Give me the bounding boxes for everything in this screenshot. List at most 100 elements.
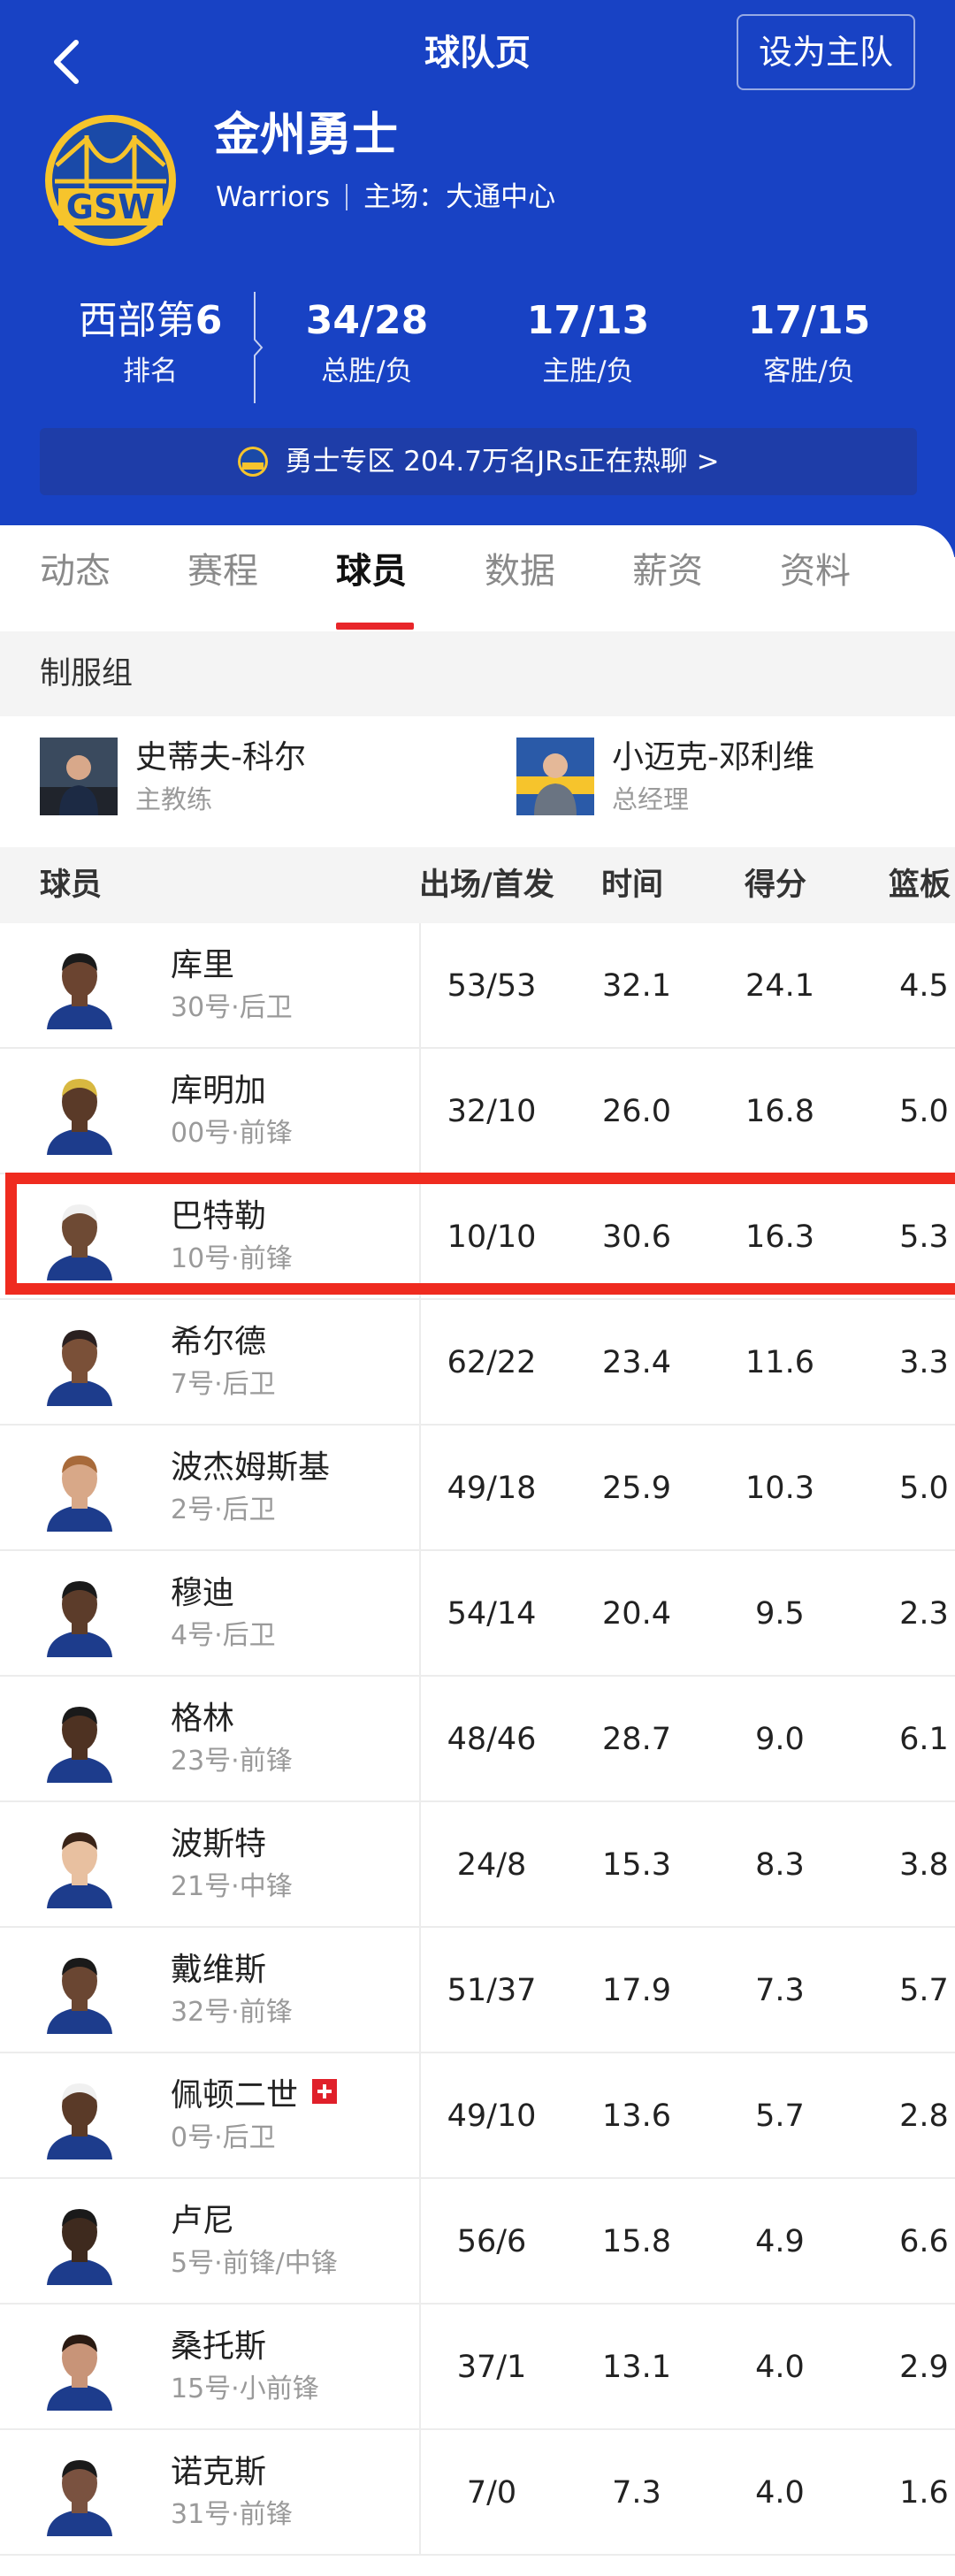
table-row[interactable]: 卢尼 5号·前锋/中锋 56/6 15.8 4.9 6.6 [0, 2179, 955, 2305]
team-subtitle: Warriors 主场：大通中心 [216, 177, 555, 218]
cell-rebounds: 2.3 [899, 1596, 949, 1632]
team-name: 金州勇士 [214, 109, 399, 162]
header-points[interactable]: 得分 [745, 847, 806, 923]
header-player: 球员 [40, 868, 103, 903]
player-number-position: 4号·后卫 [171, 1620, 276, 1651]
cell-points: 4.9 [755, 2224, 805, 2259]
home-record-value: 17/13 [526, 298, 650, 343]
table-row[interactable]: 波杰姆斯基 2号·后卫 49/18 25.9 10.3 5.0 [0, 1426, 955, 1551]
header-minutes[interactable]: 时间 [601, 847, 663, 923]
header-games[interactable]: 出场/首发 [419, 847, 554, 923]
player-number-position: 00号·前锋 [171, 1118, 293, 1149]
cell-minutes: 23.4 [602, 1345, 671, 1380]
stat-away-record: 17/15 客胜/负 [734, 292, 884, 393]
cell-games: 24/8 [456, 1847, 527, 1883]
player-name: 穆迪 [171, 1575, 235, 1611]
player-number-position: 2号·后卫 [171, 1494, 276, 1525]
cell-rebounds: 5.0 [899, 1094, 949, 1129]
player-number-position: 0号·后卫 [171, 2122, 276, 2153]
player-avatar [47, 1581, 112, 1657]
away-record-label: 客胜/负 [763, 355, 855, 387]
staff-name: 史蒂夫-科尔 [135, 739, 306, 776]
cell-games: 51/37 [447, 1973, 537, 2008]
table-row[interactable]: 巴特勒 10号·前锋 10/10 30.6 16.3 5.3 [0, 1174, 955, 1300]
cell-minutes: 25.9 [602, 1471, 671, 1506]
set-home-team-button[interactable]: 设为主队 [737, 14, 915, 90]
cell-rebounds: 5.0 [899, 1471, 949, 1506]
tab-schedule[interactable]: 赛程 [187, 545, 258, 598]
cell-games: 32/10 [447, 1094, 537, 1129]
cell-points: 11.6 [745, 1345, 814, 1380]
staff-role: 主教练 [135, 784, 213, 814]
cell-points: 16.8 [745, 1094, 814, 1129]
cell-games: 49/18 [447, 1471, 537, 1506]
tab-info[interactable]: 资料 [780, 545, 851, 598]
table-row[interactable]: 希尔德 7号·后卫 62/22 23.4 11.6 3.3 [0, 1300, 955, 1426]
staff-name: 小迈克-邓利维 [612, 739, 814, 776]
table-row[interactable]: 穆迪 4号·后卫 54/14 20.4 9.5 2.3 [0, 1551, 955, 1677]
player-number-position: 31号·前锋 [171, 2499, 293, 2530]
table-row[interactable]: 诺克斯 31号·前锋 7/0 7.3 4.0 1.6 [0, 2430, 955, 2556]
tab-stats[interactable]: 数据 [485, 545, 555, 598]
player-avatar [47, 2209, 112, 2285]
cell-rebounds: 6.1 [899, 1722, 949, 1757]
cell-games: 56/6 [456, 2224, 527, 2259]
player-avatar [47, 1330, 112, 1406]
active-tab-indicator [336, 623, 414, 630]
table-row[interactable]: 佩顿二世 0号·后卫 49/10 13.6 5.7 2.8 [0, 2053, 955, 2179]
stat-home-record: 17/13 主胜/负 [513, 292, 663, 393]
cell-minutes: 15.8 [602, 2224, 671, 2259]
stat-total-record: 34/28 总胜/负 [292, 292, 442, 393]
divider [346, 184, 348, 210]
venue-label: 主场： [363, 181, 447, 213]
cell-rebounds: 1.6 [899, 2475, 949, 2511]
table-row[interactable]: 桑托斯 15号·小前锋 37/1 13.1 4.0 2.9 [0, 2305, 955, 2430]
fan-zone-banner[interactable]: 勇士专区 204.7万名JRs正在热聊 > [40, 428, 917, 495]
player-name: 波斯特 [171, 1826, 267, 1862]
header-rebounds[interactable]: 篮板 [889, 847, 951, 923]
player-number-position: 23号·前锋 [171, 1746, 293, 1777]
rank-value: 西部第6 [53, 292, 248, 350]
cell-games: 7/0 [466, 2475, 517, 2511]
cell-games: 48/46 [447, 1722, 537, 1757]
tab-news[interactable]: 动态 [40, 545, 111, 598]
table-row[interactable]: 波斯特 21号·中锋 24/8 15.3 8.3 3.8 [0, 1802, 955, 1928]
stat-rank: 西部第6 排名 [53, 292, 248, 393]
cell-rebounds: 2.9 [899, 2350, 949, 2385]
table-row[interactable]: 格林 23号·前锋 48/46 28.7 9.0 6.1 [0, 1677, 955, 1802]
cell-rebounds: 6.6 [899, 2224, 949, 2259]
cell-points: 9.5 [755, 1596, 805, 1632]
cell-points: 7.3 [755, 1973, 805, 2008]
team-header: 球队页 设为主队 GSW 金州勇士 Warriors 主场：大通中心 西部第6 排… [0, 0, 955, 557]
cell-games: 10/10 [447, 1219, 537, 1255]
table-row[interactable]: 库明加 00号·前锋 32/10 26.0 16.8 5.0 [0, 1049, 955, 1174]
player-avatar [47, 1958, 112, 2034]
player-avatar [47, 2083, 112, 2159]
tab-salary[interactable]: 薪资 [632, 545, 703, 598]
player-name: 佩顿二世 [171, 2075, 338, 2117]
table-row[interactable]: 戴维斯 32号·前锋 51/37 17.9 7.3 5.7 [0, 1928, 955, 2053]
cell-points: 4.0 [755, 2350, 805, 2385]
player-table-header: 球员 出场/首发 时间 得分 篮板 [0, 847, 955, 923]
rank-label: 排名 [123, 355, 178, 387]
cell-rebounds: 2.8 [899, 2098, 949, 2134]
table-row[interactable]: 库里 30号·后卫 53/53 32.1 24.1 4.5 [0, 923, 955, 1049]
player-number-position: 7号·后卫 [171, 1369, 276, 1400]
home-record-label: 主胜/负 [542, 355, 634, 387]
player-avatar [47, 953, 112, 1029]
cell-points: 10.3 [745, 1471, 814, 1506]
rank-number: 6 [195, 298, 223, 343]
player-name: 卢尼 [171, 2203, 235, 2239]
cell-games: 49/10 [447, 2098, 537, 2134]
player-avatar [47, 1832, 112, 1908]
player-avatar [47, 1079, 112, 1155]
player-number-position: 21号·中锋 [171, 1871, 293, 1902]
tab-players[interactable]: 球员 [336, 545, 407, 598]
player-name: 诺克斯 [171, 2454, 267, 2490]
player-name: 桑托斯 [171, 2328, 267, 2365]
staff-item[interactable]: 史蒂夫-科尔 主教练 [40, 738, 482, 819]
total-record-label: 总胜/负 [321, 355, 413, 387]
staff-item[interactable]: 小迈克-邓利维 总经理 [516, 738, 941, 819]
cell-rebounds: 3.3 [899, 1345, 949, 1380]
player-number-position: 10号·前锋 [171, 1243, 293, 1274]
